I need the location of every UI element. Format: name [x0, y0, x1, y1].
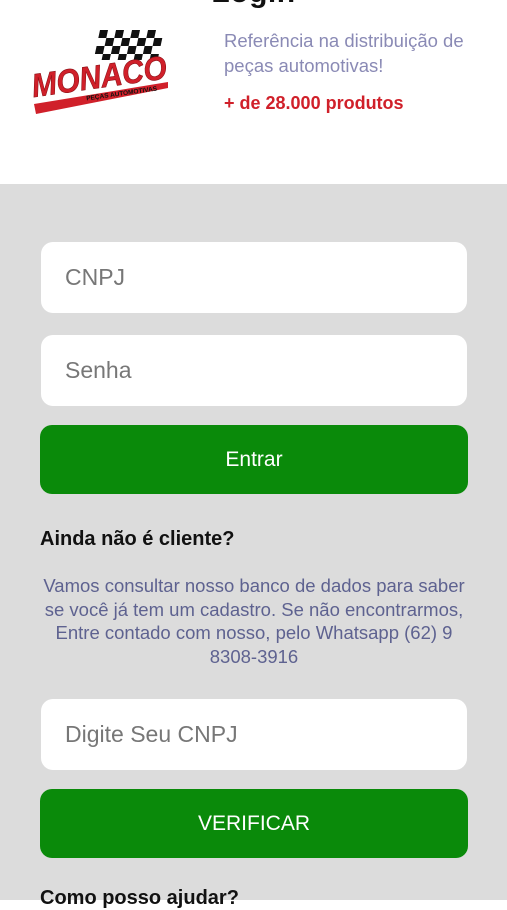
verify-cnpj-input[interactable]	[41, 699, 467, 770]
tagline: Referência na distribuição de peças auto…	[224, 30, 464, 76]
signup-info-text: Vamos consultar nosso banco de dados par…	[43, 575, 465, 667]
help-heading: Como posso ajudar?	[40, 887, 239, 909]
page-title: Login	[0, 0, 507, 10]
verify-button[interactable]: VERIFICAR	[40, 789, 468, 858]
header: Login	[0, 0, 507, 184]
password-input[interactable]	[41, 335, 467, 406]
signup-heading: Ainda não é cliente?	[40, 528, 235, 550]
cnpj-input[interactable]	[41, 242, 467, 313]
products-count: + de 28.000 produtos	[224, 93, 404, 113]
login-panel: Entrar Ainda não é cliente? Vamos consul…	[0, 184, 507, 909]
login-button[interactable]: Entrar	[40, 425, 468, 494]
monaco-logo: MONACO PEÇAS AUTOMOTIVAS	[29, 30, 170, 114]
